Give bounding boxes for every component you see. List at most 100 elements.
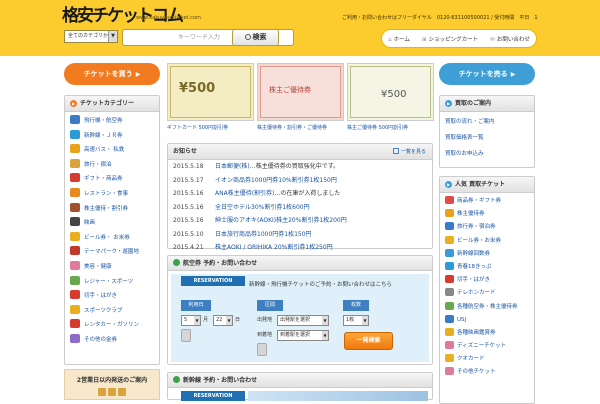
ticket-image-3[interactable]: ¥500 [347,63,434,121]
popular-sell-item[interactable]: 株主優待券 [440,208,534,221]
category-item[interactable]: 切手・はがき [65,289,159,304]
category-item[interactable]: 旅行・宿泊 [65,158,159,173]
news-link[interactable]: 紳士服のアオキ(AOKI)株主20%割引券1枚200円 [215,217,347,224]
category-item[interactable]: ビール券・ お米券 [65,231,159,246]
news-item: 2015.5.17 イオン商品券1000円券10%割引券1枚150円 [168,174,432,188]
reservation2-header: 新幹線 予約・お問い合わせ [168,373,432,388]
month-select[interactable]: 5 ▼ [181,315,201,326]
chevron-down-icon: ▼ [322,316,328,325]
nav-home[interactable]: ⌂ ホーム [388,35,410,43]
popular-sell-item[interactable]: ビール券・お米券 [440,235,534,248]
nav-contact[interactable]: ✉ お問い合わせ [490,35,530,43]
arrow-right-icon: ▶ [510,71,516,78]
category-item[interactable]: 高速バス・ 私鉄 [65,143,159,158]
popular-sell-item[interactable]: 青春18きっぷ [440,261,534,274]
ticket-price-3: ¥500 [381,89,407,100]
category-item[interactable]: テーマパーク・遊園地 [65,245,159,260]
category-label: ギフト・商品券 [84,176,123,183]
news-link[interactable]: 全日空ホテル30%割引券1枚600円 [215,204,310,211]
calendar-icon[interactable] [181,329,191,342]
label-count: 枚数 [343,300,369,311]
category-item[interactable]: 映画 [65,216,159,231]
to-value: 到着駅を選択 [280,332,311,338]
news-link[interactable]: 日本旅行商品券1000円券1枚150円 [215,231,312,238]
sell-guide-item[interactable]: 買取価格表一覧 [440,130,534,146]
category-item[interactable]: スポーツクラブ [65,304,159,319]
day-unit: 日 [235,317,241,323]
popular-sell-item[interactable]: 旅行券・宿泊券 [440,221,534,234]
buy-tickets-banner[interactable]: チケットを買う ▶ [64,63,160,85]
news-item: 2015.5.18 日本郵便(株)…株主優待券の買取強化中です。 [168,160,432,174]
sell-guide-item[interactable]: 買取の流れ・ご案内 [440,114,534,130]
popular-sell-label: ディズニーチケット [457,343,507,350]
category-label: 高速バス・ 私鉄 [84,147,125,154]
swap-icon[interactable] [257,343,267,356]
category-select[interactable]: 全てのカテゴリから ▼ [64,30,118,43]
category-item[interactable]: レストラン・食事 [65,187,159,202]
popular-sell-label: 株主優待券 [457,211,485,218]
popular-sell-item[interactable]: ディズニーチケット [440,340,534,353]
news-link[interactable]: イオン商品券1000円券10%割引券1枚150円 [215,177,337,184]
category-item[interactable]: 美容・健康 [65,260,159,275]
popular-sell-item[interactable]: 新幹線回数券 [440,248,534,261]
sell-tickets-banner[interactable]: チケットを売る ▶ [439,63,535,85]
category-icon [70,290,80,300]
category-icon [70,304,80,314]
popular-sell-item[interactable]: 各種航空券・株主優待券 [440,301,534,314]
sell-guide-item[interactable]: 買取のお申込み [440,146,534,162]
news-link[interactable]: 日本郵便(株) [215,163,250,170]
category-label: 美容・健康 [84,263,112,270]
category-label: テーマパーク・遊園地 [84,249,139,256]
news-date: 2015.4.21 [173,244,204,251]
popular-sell-item[interactable]: その他チケット [440,366,534,379]
chevron-down-icon: ▼ [194,316,200,325]
ticket-art-3: ¥500 [350,66,431,118]
news-list-button[interactable]: 一覧を見る [392,147,426,157]
reservation-text: 新幹線・飛行機チケットのご予約・お問い合わせはこちら [249,282,393,288]
ticket-caption-2[interactable]: 株主優待券・割引券・ご優待券 [257,124,344,131]
category-item[interactable]: レンタカー・ガソリン [65,318,159,333]
ticket-type-icon [445,248,454,257]
search-button[interactable]: 検索 [232,29,279,46]
popular-sell-item[interactable]: クオカード [440,353,534,366]
popular-sell-header: ▶ 人気 買取チケット [440,177,534,193]
count-select[interactable]: 1枚 ▼ [343,315,369,326]
category-item[interactable]: ギフト・商品券 [65,172,159,187]
category-item[interactable]: 飛行機・航空券 [65,114,159,129]
ticket-caption-1[interactable]: ギフトカード 500円割引券 [167,124,254,131]
news-item: 2015.5.16 全日空ホテル30%割引券1枚600円 [168,201,432,215]
popular-sell-item[interactable]: 各種映画鑑賞券 [440,327,534,340]
ticket-image-2[interactable]: 株主ご優待券 [257,63,344,121]
ticket-image-1[interactable]: ¥500 [167,63,254,121]
category-item[interactable]: レジャー・スポーツ [65,275,159,290]
category-item[interactable]: その他の金券 [65,333,159,348]
from-select[interactable]: 出発駅を選択 ▼ [277,315,329,326]
ticket-type-icon [445,222,454,231]
news-link[interactable]: ANA株主優待(割引券) [215,190,274,197]
nav-cart[interactable]: ⊞ ショッピングカート [422,35,478,43]
to-label: 到着地 [257,332,273,338]
news-link[interactable]: 株主AOKI / ORIHIKA 20%割引券1枚250円 [215,244,333,251]
category-item[interactable]: 新幹線・ＪＲ券 [65,129,159,144]
category-icon [70,115,80,124]
category-label: その他の金券 [84,336,118,343]
month-unit: 月 [203,317,209,323]
box-icon [98,388,106,396]
popular-sell-item[interactable]: 商品券・ギフト券 [440,195,534,208]
chevron-down-icon: ▼ [108,31,117,42]
popular-sell-item[interactable]: テレホンカード [440,287,534,300]
shipping-promo[interactable]: 2営業日以内発送のご案内 [64,369,160,400]
day-select[interactable]: 22 ▼ [213,315,233,326]
category-item[interactable]: 株主優待・割引券 [65,202,159,217]
search-submit-button[interactable]: 一発検索 [344,332,393,350]
ticket-type-icon [445,275,454,284]
reservation2-box: 新幹線 予約・お問い合わせ RESERVATION [167,372,433,401]
popular-sell-box: ▶ 人気 買取チケット 商品券・ギフト券株主優待券旅行券・宿泊券 ビール券・お米券新… [439,176,535,404]
popular-sell-item[interactable]: USJ [440,314,534,327]
category-icon [70,260,80,270]
chevron-down-icon: ▼ [226,316,232,325]
ticket-caption-3[interactable]: 株主ご優待券 500円割引券 [347,124,434,131]
ticket-type-icon [445,314,454,323]
popular-sell-item[interactable]: 切手・はがき [440,274,534,287]
to-select[interactable]: 到着駅を選択 ▼ [277,330,329,341]
